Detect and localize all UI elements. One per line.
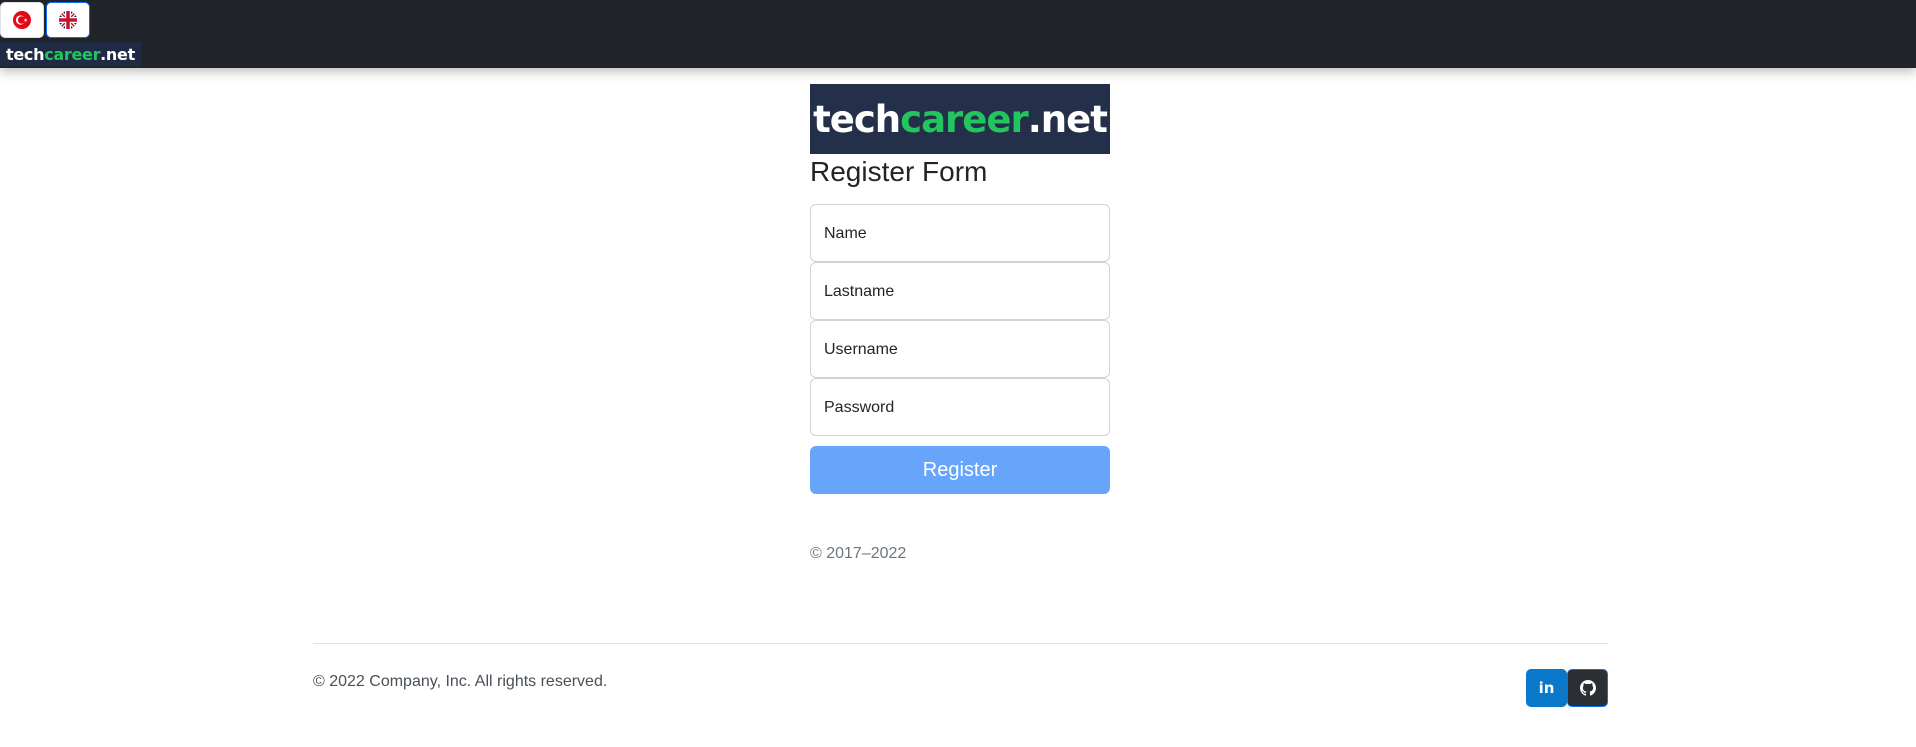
footer-copyright: © 2022 Company, Inc. All rights reserved… [313,673,608,690]
lastname-field[interactable]: Lastname [810,262,1110,320]
navbar-brand-logo[interactable]: tech career .net [0,42,141,66]
username-field[interactable]: Username [810,320,1110,378]
brand-text-net: .net [100,44,135,64]
brand-text-career: career [44,44,101,64]
language-turkish-button[interactable] [0,2,44,38]
brand-text-tech: tech [6,44,45,64]
footer-divider [313,643,1608,644]
password-field-placeholder: Password [824,399,895,416]
register-button[interactable]: Register [810,446,1110,494]
username-field-placeholder: Username [824,341,898,358]
turkey-flag-icon [13,11,31,29]
lastname-field-placeholder: Lastname [824,283,895,300]
page-title: Register Form [810,156,988,187]
logo-text-net: .net [1027,97,1108,141]
uk-flag-icon [59,11,77,29]
github-button[interactable] [1567,669,1608,707]
linkedin-icon: in [1538,679,1555,697]
form-logo: tech career .net [810,84,1110,154]
name-field[interactable]: Name [810,204,1110,262]
form-copyright: © 2017–2022 [810,545,907,562]
github-icon [1579,680,1596,696]
language-english-button[interactable] [46,2,90,38]
navbar: tech career .net [0,0,1916,68]
linkedin-button[interactable]: in [1526,669,1567,707]
password-field[interactable]: Password [810,378,1110,436]
logo-text-career: career [900,97,1029,141]
name-field-placeholder: Name [824,225,867,242]
logo-text-tech: tech [813,97,901,141]
